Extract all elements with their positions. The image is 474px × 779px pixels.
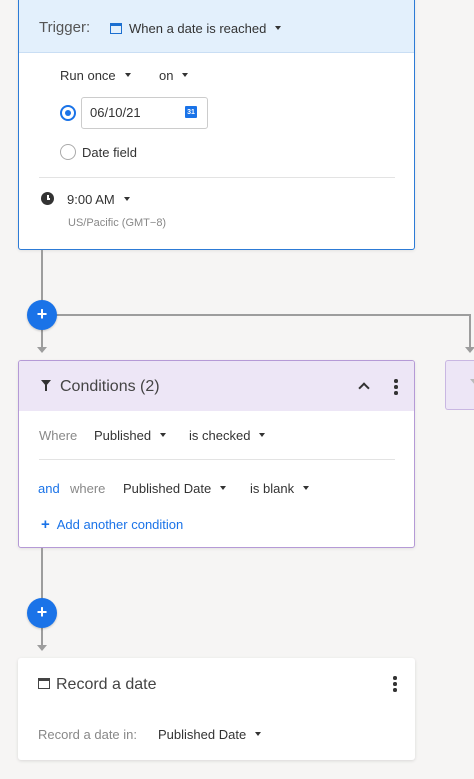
connector-line (41, 250, 43, 348)
caret-down-icon (275, 26, 282, 30)
filter-icon (41, 380, 51, 391)
conditions-card[interactable]: Conditions (2) Where Published is checke… (18, 360, 415, 548)
date-radio[interactable] (60, 105, 76, 121)
add-condition-label: Add another condition (56, 517, 184, 532)
condition-field-value: Published Date (123, 480, 212, 496)
arrow-down-icon (37, 347, 47, 353)
caret-down-icon (259, 433, 266, 437)
calendar-icon (110, 22, 122, 34)
on-dropdown[interactable]: on (159, 65, 189, 85)
condition-divider (39, 459, 395, 460)
add-step-button[interactable]: + (27, 598, 57, 628)
branch-connector-line (469, 314, 471, 348)
chevron-up-icon[interactable] (358, 382, 370, 394)
condition-field-dropdown[interactable]: Published (94, 425, 167, 445)
trigger-divider (39, 177, 395, 178)
condition-where-label: Where (39, 428, 78, 443)
condition-operator-value: is blank (250, 480, 295, 496)
connector-line (41, 548, 43, 646)
arrow-down-icon (37, 645, 47, 651)
add-condition-button[interactable]: + Add another condition (41, 516, 183, 533)
record-field-label: Record a date in: (38, 727, 138, 742)
caret-down-icon (303, 486, 310, 490)
caret-down-icon (220, 486, 227, 490)
caret-down-icon (182, 73, 189, 77)
kebab-menu-icon[interactable] (393, 676, 397, 694)
trigger-card[interactable]: Trigger: When a date is reached Run once… (18, 0, 415, 250)
record-date-title: Record a date (56, 676, 157, 693)
date-field-radio[interactable] (60, 144, 76, 160)
record-field-dropdown[interactable]: Published Date (158, 724, 262, 744)
filter-icon (470, 379, 474, 385)
condition-operator-value: is checked (189, 427, 251, 443)
date-field-label[interactable]: Date field (82, 145, 137, 160)
caret-down-icon (123, 197, 130, 201)
clock-icon (41, 192, 54, 205)
time-dropdown[interactable]: 9:00 AM (67, 189, 130, 209)
condition-field-dropdown[interactable]: Published Date (123, 478, 227, 498)
condition-operator-dropdown[interactable]: is blank (250, 478, 310, 498)
branch-connector-line (42, 314, 471, 316)
timezone-label: US/Pacific (GMT−8) (68, 217, 167, 229)
frequency-value: Run once (60, 67, 116, 83)
calendar-31-icon[interactable]: 31 (185, 106, 197, 118)
plus-icon: + (41, 516, 50, 533)
record-date-card[interactable]: Record a date Record a date in: Publishe… (18, 658, 415, 760)
frequency-dropdown[interactable]: Run once (60, 65, 131, 85)
kebab-menu-icon[interactable] (394, 379, 398, 397)
trigger-header: Trigger: When a date is reached (19, 0, 414, 53)
record-field-value: Published Date (158, 726, 247, 742)
conditions-header[interactable]: Conditions (2) (19, 361, 414, 411)
branch-conditions-card[interactable] (445, 360, 474, 410)
caret-down-icon (124, 73, 131, 77)
add-step-button[interactable]: + (27, 300, 57, 330)
on-value: on (159, 67, 174, 83)
trigger-type-value: When a date is reached (129, 20, 267, 36)
condition-where-label: where (70, 481, 106, 496)
caret-down-icon (160, 433, 167, 437)
calendar-icon (38, 678, 50, 689)
condition-operator-dropdown[interactable]: is checked (189, 425, 266, 445)
caret-down-icon (255, 732, 262, 736)
condition-conjunction[interactable]: and (38, 481, 60, 496)
trigger-type-dropdown[interactable]: When a date is reached (110, 17, 282, 39)
condition-field-value: Published (94, 427, 152, 443)
date-value: 06/10/21 (90, 105, 141, 120)
conditions-title: Conditions (2) (60, 378, 160, 395)
time-value: 9:00 AM (67, 191, 115, 207)
date-input[interactable]: 06/10/21 31 (81, 97, 208, 129)
trigger-label: Trigger: (39, 19, 91, 36)
arrow-down-icon (465, 347, 474, 353)
